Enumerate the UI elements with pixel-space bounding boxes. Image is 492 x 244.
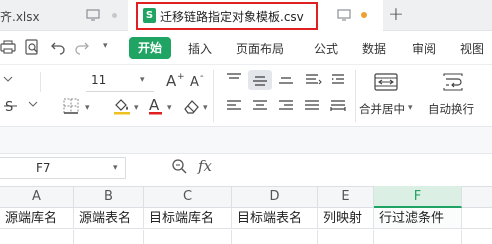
indent-icon[interactable] bbox=[330, 72, 348, 88]
quick-access-chevron-icon[interactable]: ▾ bbox=[103, 41, 108, 51]
orientation-icon[interactable] bbox=[304, 72, 322, 88]
align-bottom-icon[interactable] bbox=[278, 72, 294, 88]
cell-g1[interactable] bbox=[462, 208, 492, 229]
undo-icon[interactable] bbox=[50, 39, 66, 55]
cell-c2[interactable] bbox=[144, 230, 232, 244]
font-name-dropdown-icon[interactable] bbox=[0, 72, 20, 88]
wrap-text-icon[interactable] bbox=[441, 72, 465, 92]
align-center-icon[interactable] bbox=[252, 99, 268, 113]
svg-text:A: A bbox=[166, 72, 177, 89]
underline-style-icon[interactable] bbox=[25, 98, 47, 114]
wrap-text-label[interactable]: 自动换行 bbox=[428, 101, 474, 117]
merge-center-chevron-icon[interactable]: ▾ bbox=[408, 103, 413, 113]
menu-tab-insert[interactable]: 插入 bbox=[188, 40, 212, 57]
fill-color-icon[interactable] bbox=[112, 97, 132, 115]
column-header-a[interactable]: A bbox=[0, 186, 74, 208]
monitor-icon[interactable] bbox=[86, 9, 100, 21]
fill-color-chevron-icon[interactable]: ▾ bbox=[134, 103, 139, 113]
menu-tab-formula[interactable]: 公式 bbox=[314, 40, 338, 57]
unsaved-indicator-icon bbox=[361, 12, 367, 18]
cell-d2[interactable] bbox=[232, 230, 318, 244]
zoom-search-icon[interactable] bbox=[171, 158, 188, 175]
cell-e1[interactable]: 列映射 bbox=[318, 208, 374, 229]
column-header-d[interactable]: D bbox=[232, 186, 318, 208]
cell-f2[interactable] bbox=[374, 230, 462, 244]
toolbar-sep bbox=[40, 72, 41, 92]
column-header-e[interactable]: E bbox=[318, 186, 374, 208]
font-color-icon[interactable]: A bbox=[148, 96, 164, 116]
align-middle-icon bbox=[252, 73, 268, 87]
print-preview-icon[interactable] bbox=[24, 39, 40, 55]
svg-text:-: - bbox=[200, 71, 204, 82]
svg-text:A: A bbox=[149, 96, 160, 114]
justify-icon[interactable] bbox=[304, 99, 320, 113]
column-header-b[interactable]: B bbox=[74, 186, 144, 208]
menu-tab-page-layout[interactable]: 页面布局 bbox=[236, 40, 284, 57]
cell-c1[interactable]: 目标端库名 bbox=[144, 208, 232, 229]
redo-icon[interactable] bbox=[74, 39, 90, 55]
distributed-icon[interactable] bbox=[330, 99, 346, 113]
menu-tab-review[interactable]: 审阅 bbox=[412, 40, 436, 57]
menu-tab-start[interactable]: 开始 bbox=[129, 37, 171, 59]
highlight-box bbox=[136, 2, 318, 30]
tab-inactive-title: 齐.xlsx bbox=[0, 10, 40, 24]
borders-icon[interactable] bbox=[62, 97, 80, 115]
svg-text:S: S bbox=[5, 100, 13, 114]
strikethrough-icon[interactable]: S bbox=[3, 98, 19, 114]
name-box-chevron-icon[interactable]: ▾ bbox=[113, 163, 118, 173]
toolbar-sep bbox=[213, 70, 214, 122]
ribbon-divider bbox=[0, 64, 492, 65]
font-increase-icon[interactable]: A + bbox=[166, 71, 184, 89]
toolbar-sep bbox=[355, 70, 356, 122]
align-top-icon[interactable] bbox=[226, 72, 242, 86]
tab-close-dot-icon[interactable] bbox=[112, 13, 117, 18]
add-tab-button[interactable]: + bbox=[388, 3, 404, 25]
cell-b1[interactable]: 源端表名 bbox=[74, 208, 144, 229]
column-header-c[interactable]: C bbox=[144, 186, 232, 208]
menu-tab-data[interactable]: 数据 bbox=[362, 40, 386, 57]
font-size-chevron-icon[interactable]: ▾ bbox=[140, 75, 145, 85]
cell-f1[interactable]: 行过滤条件 bbox=[374, 208, 462, 229]
svg-text:+: + bbox=[177, 72, 184, 82]
cell-a1[interactable]: 源端库名 bbox=[0, 208, 74, 229]
align-left-icon[interactable] bbox=[226, 99, 242, 113]
column-header-f[interactable]: F bbox=[374, 186, 462, 208]
tab-inactive-file[interactable]: 齐.xlsx bbox=[0, 0, 124, 31]
svg-text:A: A bbox=[190, 75, 199, 89]
font-size-value: 11 bbox=[91, 73, 107, 87]
formula-input[interactable] bbox=[225, 157, 492, 179]
cell-a2[interactable] bbox=[0, 230, 74, 244]
cell-b2[interactable] bbox=[74, 230, 144, 244]
clear-format-chevron-icon[interactable]: ▾ bbox=[203, 103, 208, 113]
font-color-chevron-icon[interactable]: ▾ bbox=[167, 103, 172, 113]
merge-center-label[interactable]: 合并居中 bbox=[359, 101, 405, 117]
print-icon[interactable] bbox=[0, 39, 16, 55]
align-right-icon[interactable] bbox=[278, 99, 294, 113]
font-decrease-icon[interactable]: A- bbox=[190, 71, 208, 89]
menu-tab-view[interactable]: 视图 bbox=[460, 40, 484, 57]
name-box-value: F7 bbox=[36, 161, 51, 175]
merge-center-icon[interactable] bbox=[373, 72, 399, 92]
ribbon-spacer bbox=[0, 127, 492, 153]
cell-d1[interactable]: 目标端表名 bbox=[232, 208, 318, 229]
cell-e2[interactable] bbox=[318, 230, 374, 244]
fx-icon[interactable]: fx bbox=[198, 157, 212, 175]
borders-chevron-icon[interactable]: ▾ bbox=[85, 103, 90, 113]
monitor-icon[interactable] bbox=[337, 9, 351, 21]
name-box[interactable] bbox=[0, 157, 126, 179]
clear-format-icon[interactable] bbox=[182, 97, 202, 115]
